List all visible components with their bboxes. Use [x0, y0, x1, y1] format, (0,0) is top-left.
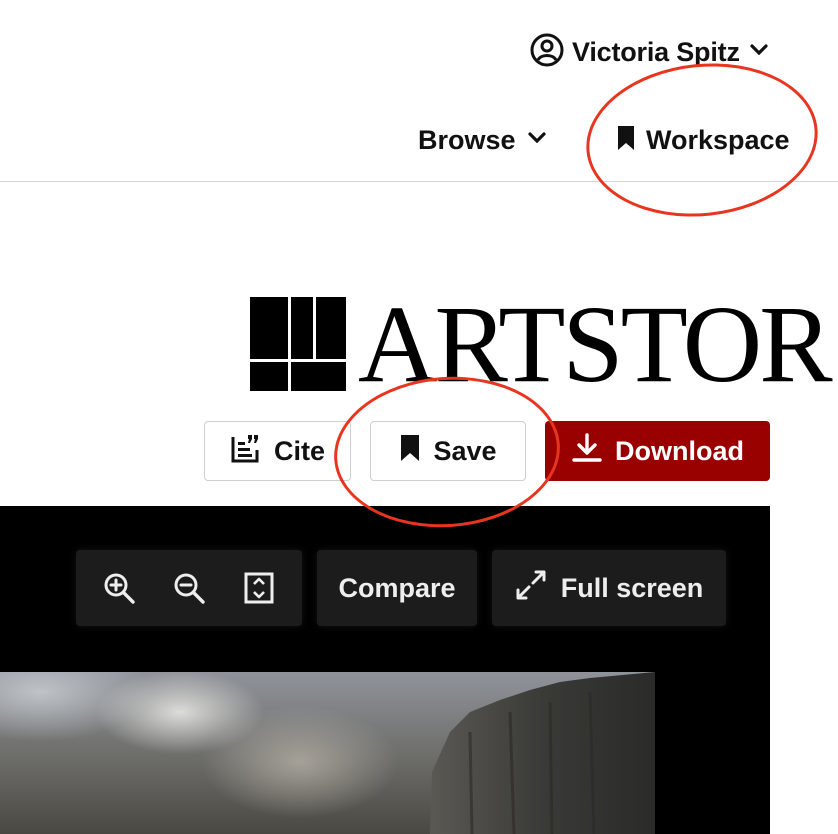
- fit-to-screen-icon[interactable]: [237, 566, 281, 610]
- artwork-cliff: [430, 672, 655, 834]
- artstor-logo-text: ARTSTOR: [358, 283, 833, 405]
- compare-label: Compare: [338, 572, 456, 603]
- zoom-controls: [76, 550, 302, 626]
- compare-button[interactable]: Compare: [317, 550, 477, 626]
- artwork-image[interactable]: [0, 672, 655, 834]
- zoom-out-icon[interactable]: [167, 566, 211, 610]
- browse-label: Browse: [418, 124, 516, 155]
- bookmark-icon: [616, 125, 636, 156]
- cite-icon: [230, 432, 262, 471]
- image-viewer[interactable]: Compare Full screen: [0, 506, 770, 834]
- save-label: Save: [433, 435, 497, 466]
- cite-button[interactable]: Cite: [204, 421, 351, 481]
- expand-icon: [515, 569, 547, 608]
- cite-label: Cite: [273, 435, 325, 466]
- bookmark-icon: [399, 434, 421, 469]
- download-button[interactable]: Download: [545, 421, 770, 481]
- browse-menu[interactable]: Browse: [418, 120, 548, 160]
- zoom-in-icon[interactable]: [97, 566, 141, 610]
- chevron-down-icon: [526, 127, 548, 154]
- workspace-link[interactable]: Workspace: [616, 120, 790, 160]
- header-divider: [0, 181, 838, 182]
- artstor-logo-mark: [250, 297, 346, 391]
- user-menu[interactable]: Victoria Spitz: [530, 32, 770, 72]
- user-circle-icon: [530, 33, 564, 72]
- fullscreen-label: Full screen: [560, 572, 704, 603]
- save-button[interactable]: Save: [370, 421, 526, 481]
- user-name: Victoria Spitz: [572, 36, 740, 67]
- chevron-down-icon: [748, 39, 770, 66]
- download-icon: [571, 432, 603, 471]
- workspace-label: Workspace: [646, 124, 790, 155]
- download-label: Download: [615, 435, 744, 466]
- fullscreen-button[interactable]: Full screen: [492, 550, 726, 626]
